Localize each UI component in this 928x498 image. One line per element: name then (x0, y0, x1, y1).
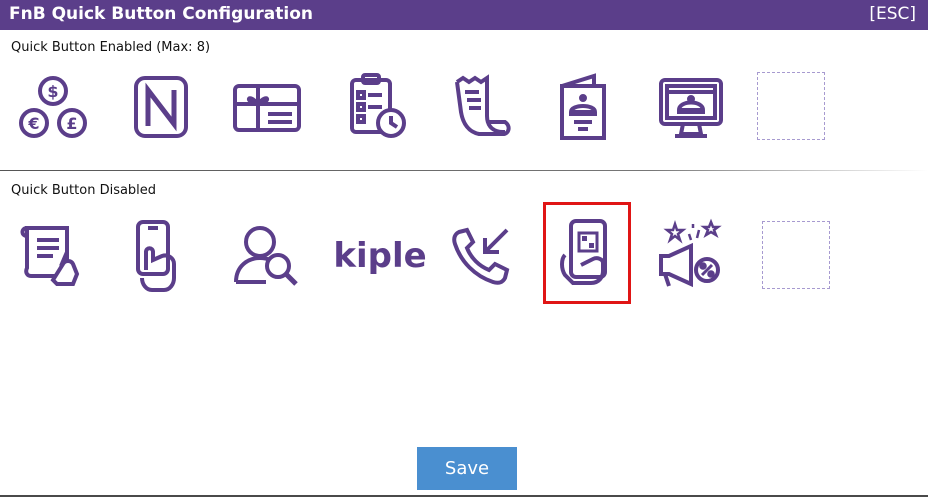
menu-book-icon (560, 73, 606, 140)
quick-button-online-menu[interactable] (655, 72, 727, 144)
quick-button-promotion[interactable] (655, 218, 727, 292)
enabled-section-label: Quick Button Enabled (Max: 8) (11, 40, 211, 55)
svg-text:$: $ (47, 82, 58, 101)
disabled-section-label: Quick Button Disabled (11, 183, 157, 198)
kiple-logo: kiple (333, 236, 427, 276)
promotion-megaphone-icon (659, 218, 722, 288)
quick-button-gift-card[interactable] (230, 72, 302, 144)
esc-button[interactable]: [ESC] (869, 4, 916, 24)
incoming-call-icon (452, 227, 510, 285)
section-divider (0, 170, 928, 171)
quick-button-document-sign[interactable] (17, 220, 89, 292)
phone-hand-icon (136, 220, 176, 292)
currency-coins-icon: $ € £ (19, 76, 87, 138)
quick-button-menu[interactable] (548, 72, 620, 144)
quick-button-phone-hand[interactable] (124, 220, 196, 292)
title-bar: FnB Quick Button Configuration [ESC] (0, 0, 928, 30)
quick-button-incoming-call[interactable] (445, 220, 517, 292)
member-search-icon (234, 226, 298, 286)
quick-button-currency[interactable]: $ € £ (17, 72, 89, 144)
receipt-icon (455, 74, 511, 136)
quick-button-qr-phone[interactable] (543, 202, 631, 304)
quick-button-nfc[interactable] (124, 72, 196, 144)
empty-slot-outline (762, 221, 830, 289)
svg-text:€: € (27, 114, 39, 133)
save-button[interactable]: Save (417, 447, 517, 490)
empty-slot-disabled[interactable] (761, 220, 831, 290)
checklist-clock-icon (350, 73, 406, 138)
gift-card-icon (233, 84, 301, 132)
svg-text:£: £ (66, 114, 77, 133)
empty-slot-enabled[interactable] (756, 71, 826, 141)
online-menu-monitor-icon (659, 78, 723, 138)
quick-button-kiple[interactable]: kiple (333, 220, 427, 292)
quick-button-checklist[interactable] (342, 72, 414, 144)
empty-slot-outline (757, 72, 825, 140)
document-sign-icon (20, 226, 80, 286)
quick-button-receipt[interactable] (445, 72, 517, 144)
window-bottom-border (0, 495, 928, 497)
window-title: FnB Quick Button Configuration (9, 4, 314, 24)
qr-phone-hand-icon (560, 219, 607, 285)
nfc-icon (134, 76, 188, 138)
quick-button-member-search[interactable] (230, 220, 302, 292)
